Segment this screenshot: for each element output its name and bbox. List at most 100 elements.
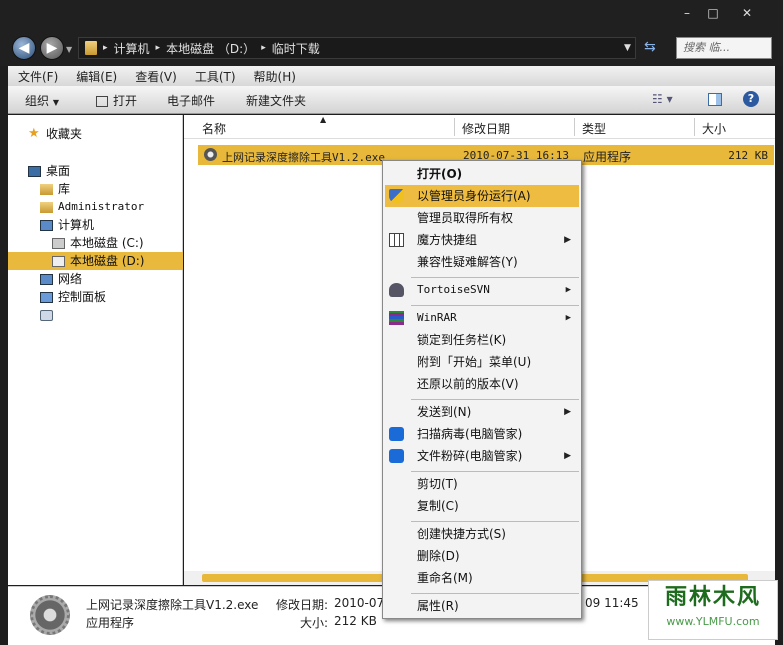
menu-tortoisesvn[interactable]: TortoiseSVN ▶ <box>385 279 579 301</box>
menu-open-label: 打开(O) <box>417 167 463 181</box>
menu-properties[interactable]: 属性(R) <box>385 595 579 617</box>
menu-view[interactable]: 查看(V) <box>135 68 177 85</box>
window-icon <box>96 96 108 107</box>
menu-pin-taskbar[interactable]: 锁定到任务栏(K) <box>385 329 579 351</box>
nav-disk-c-label: 本地磁盘 (C:) <box>70 236 144 250</box>
preview-pane-icon[interactable] <box>708 93 722 106</box>
menu-run-as-admin[interactable]: 以管理员身份运行(A) <box>385 185 579 207</box>
menu-delete[interactable]: 删除(D) <box>385 545 579 567</box>
menu-cut[interactable]: 剪切(T) <box>385 473 579 495</box>
star-icon: ★ <box>28 126 40 141</box>
nav-computer-label: 计算机 <box>58 218 95 232</box>
column-divider[interactable] <box>574 118 575 136</box>
menu-take-ownership[interactable]: 管理员取得所有权 <box>385 207 579 229</box>
details-file-name: 上网记录深度擦除工具V1.2.exe <box>86 598 259 612</box>
column-type[interactable]: 类型 <box>582 120 606 137</box>
nav-recycle-bin[interactable] <box>40 306 58 324</box>
menu-file[interactable]: 文件(F) <box>18 68 58 85</box>
menu-tools[interactable]: 工具(T) <box>195 68 236 85</box>
menu-magic-shortcuts[interactable]: 魔方快捷组 ▶ <box>385 229 579 251</box>
column-size[interactable]: 大小 <box>702 120 726 137</box>
breadcrumb-separator-icon[interactable]: ▸ <box>261 43 266 53</box>
help-icon[interactable]: ? <box>743 91 759 107</box>
menu-winrar-label: WinRAR <box>417 311 457 324</box>
drive-d-icon <box>52 256 65 267</box>
maximize-button[interactable]: □ <box>702 4 724 22</box>
new-folder-button[interactable]: 新建文件夹 <box>246 92 306 109</box>
nav-control-panel[interactable]: 控制面板 <box>40 288 106 306</box>
column-name[interactable]: 名称 <box>202 120 226 137</box>
menu-shred-file-label: 文件粉碎(电脑管家) <box>417 449 523 463</box>
menu-divider <box>411 399 579 400</box>
nav-favorites[interactable]: ★ 收藏夹 <box>28 125 82 143</box>
menu-shred-file[interactable]: 文件粉碎(电脑管家) ▶ <box>385 445 579 467</box>
nav-administrator[interactable]: Administrator <box>40 198 144 216</box>
minimize-button[interactable]: – <box>676 4 698 22</box>
nav-desktop-label: 桌面 <box>46 164 71 178</box>
nav-disk-c[interactable]: 本地磁盘 (C:) <box>52 234 144 252</box>
breadcrumb-disk-d[interactable]: 本地磁盘 （D:） <box>166 40 255 57</box>
nav-desktop[interactable]: 桌面 <box>28 162 70 180</box>
command-bar: 组织 ▼ 打开 电子邮件 新建文件夹 ☷ ▾ ? <box>8 86 775 114</box>
details-size-value: 212 KB <box>334 614 377 628</box>
menu-run-as-admin-label: 以管理员身份运行(A) <box>417 189 531 203</box>
menu-open[interactable]: 打开(O) <box>385 163 579 185</box>
menu-create-shortcut[interactable]: 创建快捷方式(S) <box>385 523 579 545</box>
menu-bar: 文件(F) 编辑(E) 查看(V) 工具(T) 帮助(H) <box>8 66 775 86</box>
nav-administrator-label: Administrator <box>58 200 145 213</box>
breadcrumb-computer[interactable]: 计算机 <box>114 40 150 57</box>
history-dropdown-icon[interactable]: ▼ <box>66 45 72 54</box>
menu-divider <box>411 521 579 522</box>
close-button[interactable]: ✕ <box>736 4 758 22</box>
nav-favorites-label: 收藏夹 <box>46 127 83 141</box>
open-button[interactable]: 打开 <box>96 92 137 109</box>
menu-edit[interactable]: 编辑(E) <box>76 68 117 85</box>
menu-rename[interactable]: 重命名(M) <box>385 567 579 589</box>
nav-network[interactable]: 网络 <box>40 270 82 288</box>
nav-disk-d[interactable]: 本地磁盘 (D:) <box>8 252 183 270</box>
title-bar: – □ ✕ <box>0 0 783 30</box>
column-modified[interactable]: 修改日期 <box>462 120 510 137</box>
desktop-icon <box>28 166 41 177</box>
winrar-icon <box>389 311 404 325</box>
details-size-label: 大小: <box>300 616 329 630</box>
address-bar[interactable]: ▸ 计算机 ▸ 本地磁盘 （D:） ▸ 临时下载 <box>78 37 636 59</box>
view-options-icon[interactable]: ☷ ▾ <box>652 92 673 106</box>
column-headers: 名称 ▲ 修改日期 类型 大小 <box>184 115 775 139</box>
details-modified-label: 修改日期: <box>276 598 329 612</box>
menu-send-to[interactable]: 发送到(N) ▶ <box>385 401 579 423</box>
shield-icon <box>389 189 404 203</box>
open-label: 打开 <box>113 94 138 108</box>
tortoise-icon <box>389 283 404 297</box>
breadcrumb-separator-icon[interactable]: ▸ <box>103 43 108 53</box>
breadcrumb-separator-icon[interactable]: ▸ <box>156 43 161 53</box>
address-dropdown-icon[interactable]: ▼ <box>624 43 631 53</box>
details-type: 应用程序 <box>86 616 135 630</box>
menu-winrar[interactable]: WinRAR ▶ <box>385 307 579 329</box>
email-button[interactable]: 电子邮件 <box>167 92 215 109</box>
menu-pin-start[interactable]: 附到「开始」菜单(U) <box>385 351 579 373</box>
refresh-icon[interactable]: ⇆ <box>644 39 656 55</box>
breadcrumb-temp-downloads[interactable]: 临时下载 <box>272 40 320 57</box>
grid-icon <box>389 233 404 247</box>
search-input[interactable]: 搜索 临... <box>676 37 772 59</box>
submenu-arrow-icon: ▶ <box>564 407 571 417</box>
details-modified-tail: 09 11:45 <box>585 596 639 610</box>
menu-help[interactable]: 帮助(H) <box>254 68 296 85</box>
menu-scan-virus-label: 扫描病毒(电脑管家) <box>417 427 523 441</box>
menu-compatibility[interactable]: 兼容性疑难解答(Y) <box>385 251 579 273</box>
menu-copy[interactable]: 复制(C) <box>385 495 579 517</box>
menu-scan-virus[interactable]: 扫描病毒(电脑管家) <box>385 423 579 445</box>
watermark-logo: 雨林木风 www.YLMFU.com <box>648 580 778 640</box>
column-divider[interactable] <box>454 118 455 136</box>
column-divider[interactable] <box>694 118 695 136</box>
forward-button[interactable]: ▶ <box>40 36 64 60</box>
menu-restore-versions[interactable]: 还原以前的版本(V) <box>385 373 579 395</box>
nav-computer[interactable]: 计算机 <box>40 216 94 234</box>
organize-button[interactable]: 组织 ▼ <box>25 92 59 109</box>
nav-network-label: 网络 <box>58 272 83 286</box>
back-button[interactable]: ◀ <box>12 36 36 60</box>
nav-library[interactable]: 库 <box>40 180 70 198</box>
watermark-url: www.YLMFU.com <box>666 615 760 628</box>
user-folder-icon <box>40 201 53 213</box>
